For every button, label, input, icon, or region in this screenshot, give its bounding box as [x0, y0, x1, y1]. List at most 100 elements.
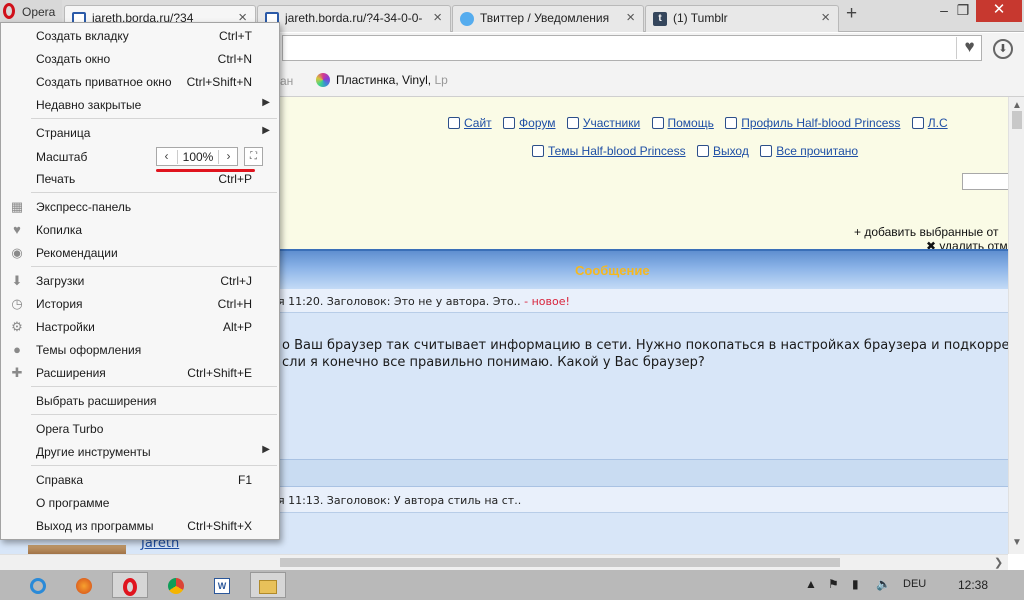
menu-print[interactable]: Печать Ctrl+P [2, 168, 278, 190]
tab-tumblr[interactable]: t (1) Tumblr × [645, 5, 839, 32]
menu-item-label: Копилка [36, 223, 83, 237]
flag-icon[interactable]: ⚑ [828, 577, 839, 591]
menu-new-window[interactable]: Создать окно Ctrl+N [2, 48, 278, 70]
word-icon[interactable]: W [204, 572, 240, 598]
menu-recently-closed[interactable]: Недавно закрытые ▶ [2, 94, 278, 116]
add-selected-link[interactable]: + добавить выбранные от [854, 225, 998, 239]
vertical-scrollbar[interactable]: ▲ ▼ [1008, 97, 1024, 554]
menu-about[interactable]: О программе [2, 492, 278, 514]
scroll-right-icon[interactable]: ❯ [994, 556, 1003, 569]
nav-all-read[interactable]: Все прочитано [760, 144, 858, 158]
menu-item-label: Расширения [36, 366, 106, 380]
downloads-icon[interactable]: ⬇ [993, 39, 1013, 59]
menu-separator [31, 118, 277, 119]
nav-forum[interactable]: Форум [503, 116, 555, 130]
firefox-icon[interactable] [66, 572, 102, 598]
menu-help[interactable]: Справка F1 [2, 469, 278, 491]
fullscreen-icon[interactable]: ⛶ [244, 147, 263, 166]
menu-more-tools[interactable]: Другие инструменты ▶ [2, 441, 278, 463]
menu-item-label: Создать приватное окно [36, 75, 172, 89]
horizontal-scrollbar[interactable]: ❯ [0, 554, 1008, 570]
menu-choose-extensions[interactable]: Выбрать расширения [2, 390, 278, 412]
tab-title: (1) Tumblr [673, 11, 728, 25]
url-input[interactable] [282, 35, 982, 61]
tab-title: jareth.borda.ru/?4-34-0-0- [285, 11, 423, 25]
menu-exit[interactable]: Выход из программы Ctrl+Shift+X [2, 515, 278, 537]
nav-pm[interactable]: Л.С [911, 116, 948, 130]
menu-new-private-window[interactable]: Создать приватное окно Ctrl+Shift+N [2, 71, 278, 93]
menu-item-label: История [36, 297, 83, 311]
profile-icon [725, 117, 738, 129]
zoom-in-button[interactable]: › [220, 148, 237, 165]
droplet-icon: ● [13, 342, 21, 357]
nav-all-read-label: Все прочитано [776, 144, 859, 158]
menu-item-shortcut: Ctrl+T [219, 29, 252, 43]
nav-profile-label: Профиль Half-blood Princess [741, 116, 901, 130]
nav-site[interactable]: Сайт [448, 116, 492, 130]
menu-downloads[interactable]: ⬇ Загрузки Ctrl+J [2, 270, 278, 292]
network-icon[interactable]: ▮ [852, 577, 859, 591]
menu-separator [31, 266, 277, 267]
volume-icon[interactable]: 🔈 [876, 577, 891, 591]
nav-topics[interactable]: Темы Half-blood Princess [532, 144, 686, 158]
private-message-icon [911, 117, 924, 129]
file-explorer-icon[interactable] [250, 572, 286, 598]
menu-item-label: Настройки [36, 320, 95, 334]
clock[interactable]: 12:38 [958, 578, 988, 592]
bookmark-vinyl[interactable]: Пластинка, Vinyl, Lp [336, 73, 448, 87]
menu-history[interactable]: ◷ История Ctrl+H [2, 293, 278, 315]
zoom-control: ‹ 100% › [156, 147, 238, 166]
close-tab-icon[interactable]: × [821, 9, 830, 26]
nav-members-label: Участники [582, 116, 641, 130]
nav-profile[interactable]: Профиль Half-blood Princess [725, 116, 900, 130]
close-window-button[interactable]: ✕ [976, 0, 1022, 22]
maximize-button[interactable]: ❐ [950, 0, 976, 22]
menu-item-label: Справка [36, 473, 84, 487]
nav-pm-label: Л.С [927, 116, 948, 130]
language-indicator[interactable]: DEU [903, 578, 926, 590]
menu-separator [31, 386, 277, 387]
taskbar: W ▲ ⚑ ▮ 🔈 DEU 12:38 [0, 570, 1024, 600]
menu-extensions[interactable]: ✚ Расширения Ctrl+Shift+E [2, 362, 278, 384]
bookmark-partial[interactable]: ан [280, 74, 293, 88]
chrome-icon[interactable] [158, 572, 194, 598]
forum-search-input[interactable] [962, 173, 1008, 190]
menu-opera-turbo[interactable]: Opera Turbo [2, 418, 278, 440]
menu-settings[interactable]: ⚙ Настройки Alt+P [2, 316, 278, 338]
menu-item-label: Opera Turbo [36, 422, 104, 436]
nav-help[interactable]: Помощь [651, 116, 714, 130]
menu-speed-dial[interactable]: ▦ Экспресс-панель [2, 196, 278, 218]
opera-logo-icon [3, 3, 15, 19]
heart-icon: ♥ [13, 222, 21, 237]
menu-discover[interactable]: ◉ Рекомендации [2, 242, 278, 264]
folder-glyph [259, 580, 277, 595]
stash-heart-icon[interactable]: ♥ [956, 37, 982, 59]
menu-item-label: О программе [36, 496, 110, 510]
menu-item-label: Загрузки [36, 274, 85, 288]
scroll-thumb[interactable] [1012, 111, 1022, 129]
menu-separator [31, 465, 277, 466]
zoom-out-button[interactable]: ‹ [158, 148, 175, 165]
checkbox-icon [760, 145, 773, 157]
menu-stash[interactable]: ♥ Копилка [2, 219, 278, 241]
scroll-up-icon[interactable]: ▲ [1012, 100, 1022, 111]
menu-page[interactable]: Страница ▶ [2, 122, 278, 144]
tray-expand-icon[interactable]: ▲ [805, 577, 817, 591]
nav-logout[interactable]: Выход [696, 144, 749, 158]
opera-menu-button[interactable]: Opera [0, 0, 62, 24]
scroll-thumb[interactable] [280, 558, 840, 567]
internet-explorer-icon[interactable] [20, 572, 56, 598]
close-tab-icon[interactable]: × [433, 9, 442, 26]
menu-item-shortcut: Ctrl+J [220, 274, 252, 288]
close-tab-icon[interactable]: × [626, 9, 635, 26]
scroll-down-icon[interactable]: ▼ [1012, 537, 1022, 548]
new-tab-button[interactable]: + [846, 3, 857, 25]
tab-jareth-2[interactable]: jareth.borda.ru/?4-34-0-0- × [257, 5, 451, 32]
avatar [28, 545, 126, 554]
opera-taskbar-icon[interactable] [112, 572, 148, 598]
menu-themes[interactable]: ● Темы оформления [2, 339, 278, 361]
tab-twitter[interactable]: Твиттер / Уведомления × [452, 5, 644, 32]
nav-members[interactable]: Участники [566, 116, 641, 130]
menu-new-tab[interactable]: Создать вкладку Ctrl+T [2, 25, 278, 47]
nav-topics-label: Темы Half-blood Princess [548, 144, 686, 158]
